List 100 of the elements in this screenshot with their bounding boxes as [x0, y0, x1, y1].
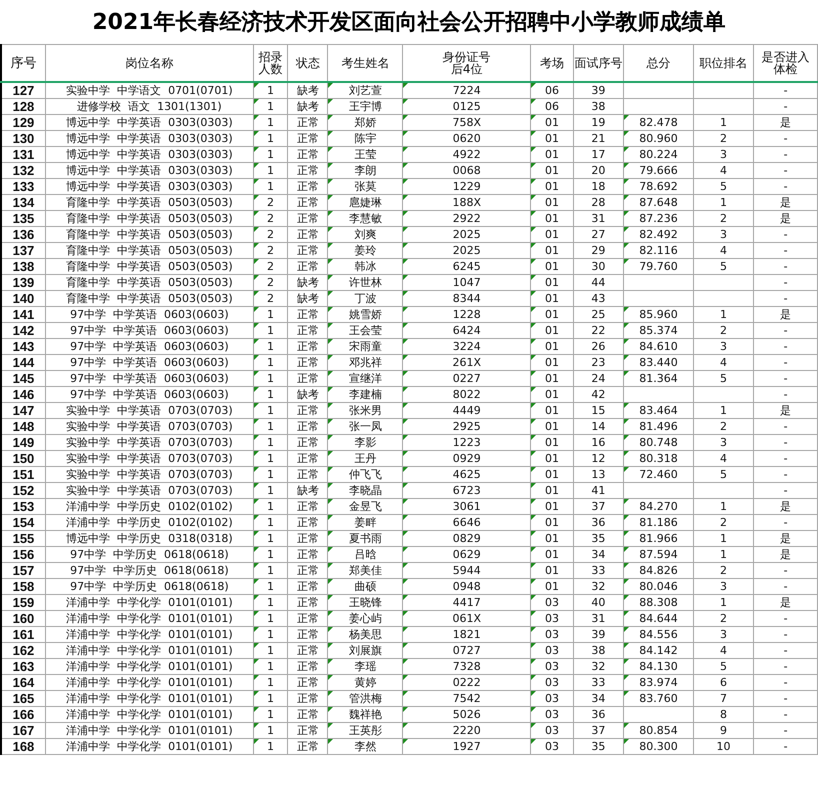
corner-mark — [531, 691, 536, 696]
table-cell: - — [784, 372, 788, 385]
table-cell: 2 — [720, 132, 728, 145]
row-number: 129 — [12, 115, 34, 130]
corner-mark — [624, 147, 630, 152]
table-cell: 01 — [545, 500, 560, 513]
row-number: 134 — [12, 195, 34, 210]
column-header: 岗位名称 — [125, 57, 174, 69]
corner-mark — [254, 643, 259, 648]
table-cell: 01 — [545, 484, 560, 497]
table-cell: - — [784, 516, 788, 529]
table-cell: 姚雪娇 — [348, 308, 382, 321]
table-cell: 实验中学 中学语文 0701(0701) — [66, 84, 233, 97]
table-cell: 张一凤 — [348, 420, 382, 433]
table-cell: 1 — [266, 484, 274, 497]
table-cell: 王晓锋 — [348, 596, 382, 609]
corner-mark — [624, 515, 630, 520]
table-cell: 2 — [720, 324, 728, 337]
table-cell: 8344 — [452, 292, 481, 305]
corner-mark — [328, 211, 334, 216]
table-cell: 0222 — [452, 676, 481, 689]
table-cell: 01 — [545, 516, 560, 529]
table-cell: 2025 — [452, 228, 481, 241]
corner-mark — [531, 499, 536, 504]
corner-mark — [328, 371, 334, 376]
table-cell: - — [784, 676, 788, 689]
table-cell: 03 — [545, 724, 560, 737]
corner-mark — [624, 227, 630, 232]
table-cell: 1 — [266, 516, 274, 529]
corner-mark — [531, 451, 536, 456]
table-cell: 85.960 — [639, 308, 678, 321]
table-cell: 3 — [720, 580, 728, 593]
corner-mark — [403, 131, 408, 136]
table-cell: 王英彤 — [348, 724, 382, 737]
table-cell: 是 — [780, 212, 792, 225]
table-cell: 83.760 — [639, 692, 678, 705]
corner-mark — [624, 115, 630, 120]
table-cell: 40 — [591, 596, 606, 609]
corner-mark — [254, 147, 259, 152]
table-cell: 仲飞飞 — [348, 468, 382, 481]
table-cell: 1047 — [452, 276, 481, 289]
table-cell: 正常 — [296, 564, 319, 577]
corner-mark — [403, 723, 408, 728]
table-cell: 1229 — [452, 180, 481, 193]
column-header: 考场 — [540, 57, 564, 69]
table-cell: 是 — [780, 532, 792, 545]
table-cell: 正常 — [296, 692, 319, 705]
table-cell: 正常 — [296, 420, 319, 433]
table-cell: 1228 — [452, 308, 481, 321]
corner-mark — [403, 451, 408, 456]
table-cell: - — [784, 628, 788, 641]
table-cell: 0629 — [452, 548, 481, 561]
table-cell: 188X — [452, 196, 481, 209]
table-cell: 育隆中学 中学英语 0503(0503) — [66, 276, 233, 289]
corner-mark — [531, 563, 536, 568]
table-cell: 4 — [720, 644, 728, 657]
table-cell: - — [784, 292, 788, 305]
corner-mark — [531, 547, 536, 552]
column-header: 是否进入体检 — [760, 51, 811, 75]
table-cell: 育隆中学 中学英语 0503(0503) — [66, 196, 233, 209]
row-number: 151 — [12, 467, 34, 482]
table-cell: 张莫 — [354, 180, 376, 193]
table-cell: 01 — [545, 404, 560, 417]
corner-mark — [531, 211, 536, 216]
table-cell: 97中学 中学英语 0603(0603) — [70, 308, 229, 321]
table-cell: 97中学 中学历史 0618(0618) — [70, 548, 229, 561]
table-cell: 1 — [266, 340, 274, 353]
table-cell: 84.130 — [639, 660, 678, 673]
table-cell: 进修学校 语文 1301(1301) — [77, 100, 222, 113]
row-number: 146 — [12, 387, 34, 402]
corner-mark — [531, 275, 536, 280]
table-cell: 19 — [591, 116, 606, 129]
row-number: 132 — [12, 163, 34, 178]
corner-mark — [254, 483, 259, 488]
corner-mark — [328, 579, 334, 584]
table-cell: 261X — [452, 356, 481, 369]
table-cell: 31 — [591, 212, 606, 225]
corner-mark — [403, 115, 408, 120]
table-cell: 宣继洋 — [348, 372, 382, 385]
table-cell: 1 — [266, 116, 274, 129]
corner-mark — [531, 179, 536, 184]
table-cell: 育隆中学 中学英语 0503(0503) — [66, 228, 233, 241]
corner-mark — [328, 515, 334, 520]
corner-mark — [403, 371, 408, 376]
table-cell: 33 — [591, 564, 606, 577]
table-cell: 80.300 — [639, 740, 678, 753]
table-cell: 洋浦中学 中学化学 0101(0101) — [66, 644, 233, 657]
table-cell: 83.974 — [639, 676, 678, 689]
table-cell: 25 — [591, 308, 606, 321]
table-cell: 80.748 — [639, 436, 678, 449]
table-cell: 刘艺萱 — [348, 84, 382, 97]
table-cell: 6245 — [452, 260, 481, 273]
table-cell: 是 — [780, 404, 792, 417]
table-cell: 18 — [591, 180, 606, 193]
table-cell: 1 — [266, 692, 274, 705]
table-cell: 1 — [266, 532, 274, 545]
table-cell: 1 — [266, 548, 274, 561]
table-cell: 李瑶 — [354, 660, 376, 673]
row-number: 148 — [12, 419, 34, 434]
table-cell: 洋浦中学 中学化学 0101(0101) — [66, 740, 233, 753]
